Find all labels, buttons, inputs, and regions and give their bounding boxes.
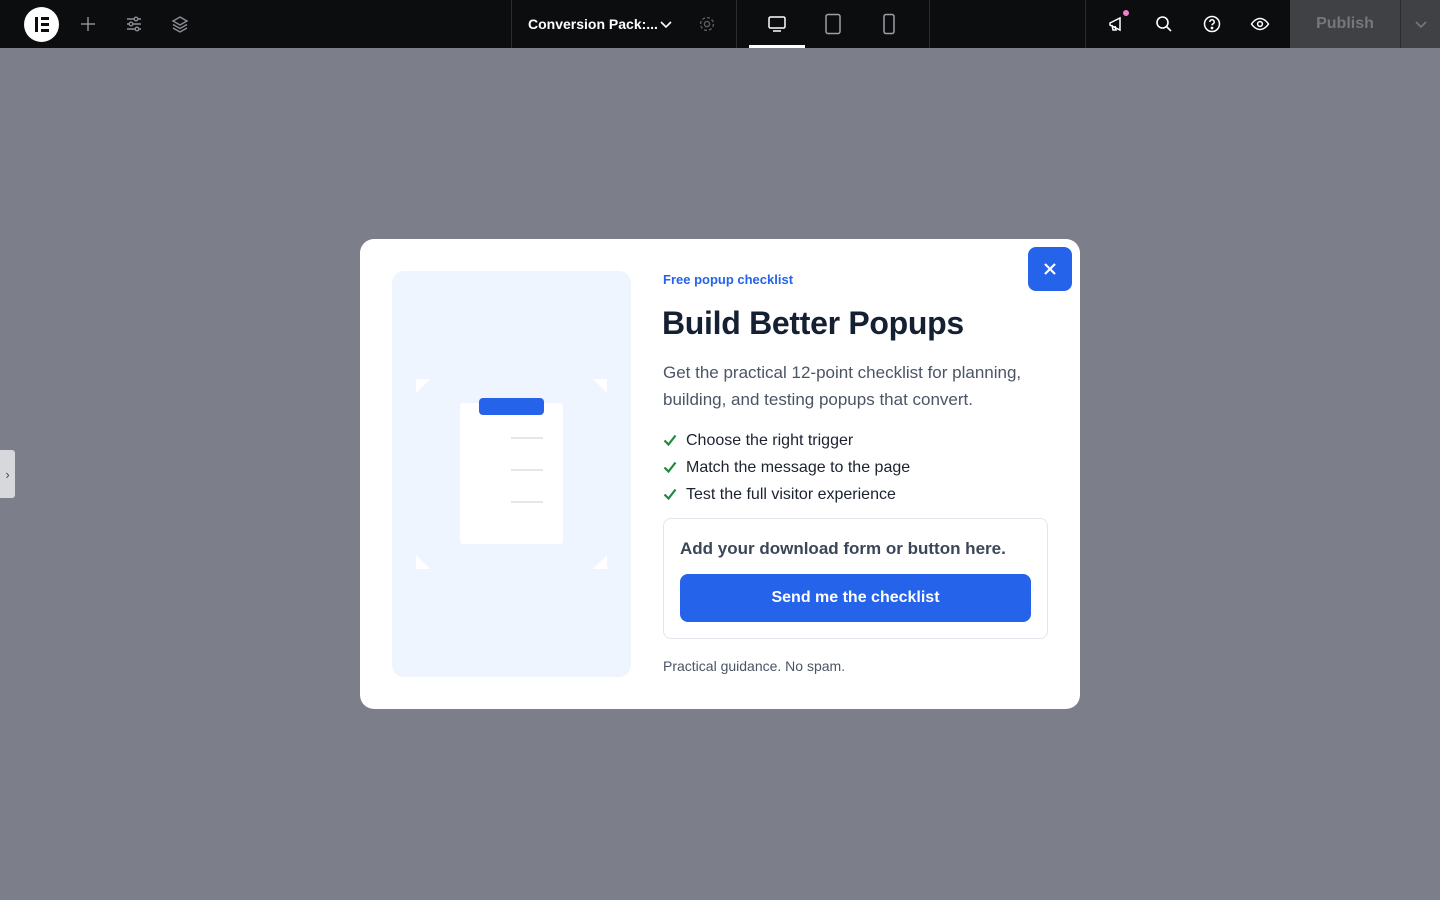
megaphone-icon[interactable] <box>1104 0 1130 48</box>
send-checklist-button[interactable]: Send me the checklist <box>680 574 1031 622</box>
tablet-icon[interactable] <box>821 0 845 48</box>
publish-options-button[interactable] <box>1400 0 1440 48</box>
gear-icon[interactable] <box>696 0 718 48</box>
editor-topbar: Conversion Pack:... Publish <box>0 0 1440 48</box>
close-button[interactable] <box>1028 247 1072 291</box>
popup-description: Get the practical 12-point checklist for… <box>663 363 1022 409</box>
search-icon[interactable] <box>1152 0 1176 48</box>
popup-title: Build Better Popups <box>662 305 964 341</box>
close-icon <box>1044 263 1056 275</box>
check-icon <box>663 488 679 502</box>
list-item: Test the full visitor experience <box>663 481 910 508</box>
chevron-down-icon[interactable] <box>657 0 675 48</box>
list-item: Choose the right trigger <box>663 427 910 454</box>
checklist-illustration <box>392 271 631 677</box>
divider <box>929 0 930 48</box>
popup-modal: Free popup checklist Build Better Popups… <box>360 239 1080 709</box>
footnote: Practical guidance. No spam. <box>663 658 846 674</box>
download-form-placeholder: Add your download form or button here. S… <box>663 518 1048 639</box>
check-icon <box>663 434 679 448</box>
divider <box>736 0 737 48</box>
form-placeholder-label: Add your download form or button here. <box>680 539 1006 558</box>
notification-dot <box>1122 9 1130 17</box>
chevron-down-icon <box>1414 21 1427 29</box>
elementor-logo-icon[interactable] <box>24 7 59 42</box>
help-icon[interactable] <box>1200 0 1224 48</box>
layers-icon[interactable] <box>168 0 192 48</box>
publish-button[interactable]: Publish <box>1290 0 1400 48</box>
desktop-icon[interactable] <box>765 0 789 48</box>
active-device-indicator <box>749 45 805 48</box>
mobile-icon[interactable] <box>877 0 901 48</box>
list-item: Match the message to the page <box>663 454 910 481</box>
list-item-text: Choose the right trigger <box>686 431 854 449</box>
document-title[interactable]: Conversion Pack:... <box>528 0 658 48</box>
eye-icon[interactable] <box>1248 0 1272 48</box>
plus-icon[interactable] <box>76 0 100 48</box>
eyebrow-label: Free popup checklist <box>663 272 794 287</box>
list-item-text: Match the message to the page <box>686 458 911 476</box>
divider <box>1085 0 1086 48</box>
sliders-icon[interactable] <box>122 0 146 48</box>
list-item-text: Test the full visitor experience <box>686 485 896 503</box>
benefit-list: Choose the right trigger Match the messa… <box>663 427 910 508</box>
panel-toggle-button[interactable]: › <box>0 450 15 498</box>
divider <box>511 0 512 48</box>
check-icon <box>663 461 679 475</box>
chevron-right-icon: › <box>5 466 10 482</box>
